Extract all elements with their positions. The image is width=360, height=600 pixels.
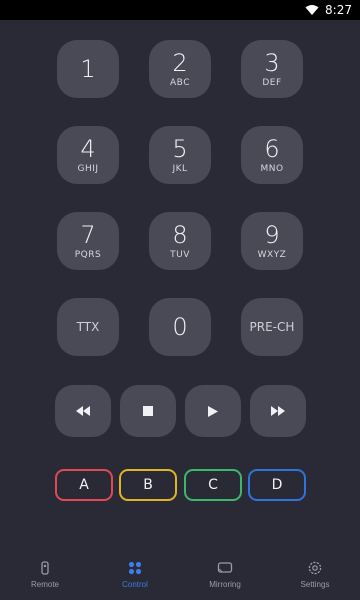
- key-letters: DEF: [262, 77, 282, 88]
- nav-label-control: Control: [122, 579, 148, 589]
- key-digit: 2: [172, 48, 188, 77]
- key-letters: TUV: [170, 249, 190, 260]
- ttx-label: TTX: [76, 320, 100, 334]
- key-letters: GHIJ: [77, 163, 99, 174]
- key-digit: 6: [264, 134, 280, 163]
- key-digit: 1: [80, 55, 96, 83]
- remote-icon: [41, 560, 49, 575]
- key-1[interactable]: 1: [57, 40, 119, 98]
- rewind-button[interactable]: [55, 385, 111, 437]
- key-0[interactable]: 0: [149, 298, 211, 356]
- pre-ch-button[interactable]: PRE-CH: [241, 298, 303, 356]
- stop-button[interactable]: [120, 385, 176, 437]
- color-button-d[interactable]: D: [248, 469, 306, 501]
- key-2[interactable]: 2 ABC: [149, 40, 211, 98]
- key-letters: MNO: [260, 163, 284, 174]
- color-button-a[interactable]: A: [55, 469, 113, 501]
- key-8[interactable]: 8 TUV: [149, 212, 211, 270]
- key-digit: 0: [172, 313, 188, 341]
- fast-forward-button[interactable]: [250, 385, 306, 437]
- fast-forward-icon: [271, 406, 285, 416]
- keypad: 1 2 ABC 3 DEF 4 GHIJ 5 JKL 6 MNO 7 PQRS …: [0, 0, 360, 600]
- key-letters: ABC: [170, 77, 190, 88]
- key-3[interactable]: 3 DEF: [241, 40, 303, 98]
- bottom-navigation: Remote Control Mirroring Settings: [0, 548, 360, 600]
- key-digit: 5: [172, 134, 188, 163]
- color-button-c[interactable]: C: [184, 469, 242, 501]
- nav-label-settings: Settings: [300, 579, 330, 589]
- nav-label-remote: Remote: [30, 579, 59, 589]
- gear-icon: [308, 561, 322, 574]
- nav-item-control[interactable]: Control: [90, 560, 180, 589]
- key-letters: JKL: [172, 163, 188, 174]
- color-button-label: A: [79, 477, 89, 493]
- color-button-label: C: [208, 477, 218, 493]
- nav-item-remote[interactable]: Remote: [0, 560, 90, 589]
- nav-item-settings[interactable]: Settings: [270, 560, 360, 589]
- key-digit: 4: [80, 134, 96, 163]
- color-button-label: D: [271, 477, 283, 493]
- key-9[interactable]: 9 WXYZ: [241, 212, 303, 270]
- play-icon: [208, 405, 218, 417]
- key-letters: WXYZ: [257, 249, 287, 260]
- key-digit: 8: [172, 220, 188, 249]
- key-letters: PQRS: [74, 249, 102, 260]
- key-6[interactable]: 6 MNO: [241, 126, 303, 184]
- key-5[interactable]: 5 JKL: [149, 126, 211, 184]
- nav-item-mirroring[interactable]: Mirroring: [180, 560, 270, 589]
- play-button[interactable]: [185, 385, 241, 437]
- key-digit: 9: [264, 220, 280, 249]
- color-button-b[interactable]: B: [119, 469, 177, 501]
- cast-icon: [217, 561, 233, 573]
- pre-ch-label: PRE-CH: [249, 320, 295, 334]
- ttx-button[interactable]: TTX: [57, 298, 119, 356]
- nav-label-mirroring: Mirroring: [209, 579, 241, 589]
- grid-icon: [128, 561, 142, 574]
- key-4[interactable]: 4 GHIJ: [57, 126, 119, 184]
- rewind-icon: [76, 406, 90, 416]
- key-7[interactable]: 7 PQRS: [57, 212, 119, 270]
- stop-icon: [143, 406, 153, 416]
- key-digit: 7: [80, 220, 96, 249]
- color-button-label: B: [143, 477, 153, 493]
- key-digit: 3: [264, 48, 280, 77]
